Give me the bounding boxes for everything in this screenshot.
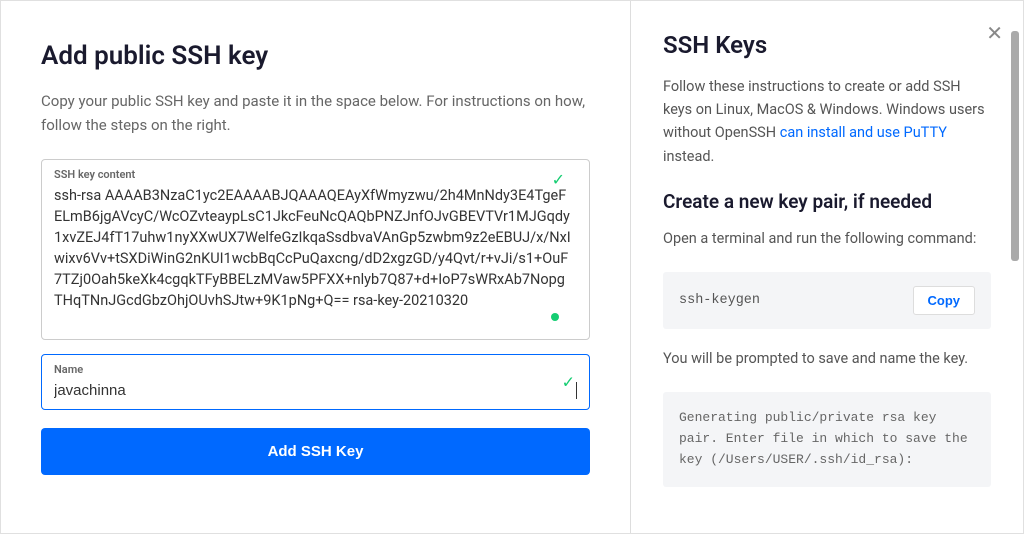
status-indicator-icon: [551, 313, 559, 321]
intro-text-2: instead.: [663, 148, 714, 165]
add-key-panel: Add public SSH key Copy your public SSH …: [1, 1, 631, 533]
ssh-content-field[interactable]: SSH key content ✓: [41, 159, 590, 340]
ssh-intro-text: Follow these instructions to create or a…: [663, 75, 991, 168]
keygen-code-block: ssh-keygen Copy: [663, 272, 991, 329]
keygen-output: Generating public/private rsa key pair. …: [663, 392, 991, 486]
putty-link[interactable]: can install and use PuTTY: [780, 124, 947, 141]
scrollbar[interactable]: [1011, 31, 1019, 261]
create-keypair-heading: Create a new key pair, if needed: [663, 190, 991, 213]
instructions-panel: ✕ SSH Keys Follow these instructions to …: [631, 1, 1023, 533]
checkmark-icon: ✓: [552, 170, 565, 189]
keygen-command: ssh-keygen: [679, 293, 760, 308]
page-title: Add public SSH key: [41, 41, 590, 71]
name-field[interactable]: Name ✓: [41, 354, 590, 410]
ssh-content-input[interactable]: [54, 185, 577, 325]
add-ssh-key-button[interactable]: Add SSH Key: [41, 428, 590, 475]
copy-button[interactable]: Copy: [913, 286, 976, 315]
ssh-keys-heading: SSH Keys: [663, 31, 991, 59]
ssh-content-label: SSH key content: [54, 168, 577, 181]
name-label: Name: [54, 363, 577, 376]
name-input[interactable]: [54, 382, 577, 399]
close-icon[interactable]: ✕: [986, 21, 1003, 45]
page-sub: Copy your public SSH key and paste it in…: [41, 89, 590, 137]
checkmark-icon: ✓: [562, 373, 575, 392]
create-sub-text: Open a terminal and run the following co…: [663, 227, 991, 250]
prompt-text: You will be prompted to save and name th…: [663, 347, 991, 370]
